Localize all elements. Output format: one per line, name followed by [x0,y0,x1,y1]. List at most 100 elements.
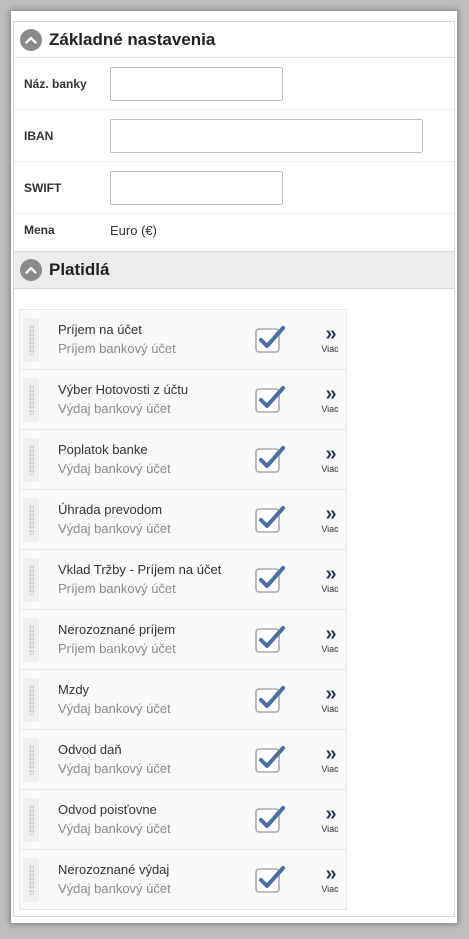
checkbox-checked-icon [255,745,285,773]
checkbox-checked-icon [255,505,285,533]
enabled-checkbox[interactable] [254,864,286,896]
currency-value: Euro (€) [110,222,157,238]
payment-method-title: Príjem na účet [58,321,142,337]
more-label: Viac [321,763,339,774]
enabled-checkbox[interactable] [254,804,286,836]
enabled-checkbox[interactable] [254,564,286,596]
drag-handle-icon[interactable] [23,617,39,662]
drag-handle-icon[interactable] [23,377,39,422]
enabled-checkbox[interactable] [254,444,286,476]
more-button[interactable]: » Viac [316,382,344,414]
basic-settings-title: Základné nastavenia [49,29,216,49]
currency-label: Mena [24,223,55,237]
more-label: Viac [321,403,339,414]
drag-handle-icon[interactable] [23,437,39,482]
payment-method-text: Výber Hotovosti z účtu Výdaj bankový úče… [58,381,248,419]
payment-method-text: Nerozoznané výdaj Výdaj bankový účet [58,861,248,899]
payment-method-text: Vklad Tržby - Príjem na účet Príjem bank… [58,561,248,599]
more-button[interactable]: » Viac [316,322,344,354]
collapse-chevron-up-icon[interactable] [20,259,42,281]
payment-method-item: Mzdy Výdaj bankový účet » Viac [20,669,346,729]
enabled-checkbox[interactable] [254,684,286,716]
double-chevron-right-icon: » [325,442,336,465]
more-button[interactable]: » Viac [316,742,344,774]
checkbox-checked-icon [255,685,285,713]
drag-handle-icon[interactable] [23,497,39,542]
iban-input[interactable] [110,118,423,153]
drag-handle-icon[interactable] [23,557,39,602]
checkbox-checked-icon [255,385,285,413]
more-button[interactable]: » Viac [316,802,344,834]
payment-method-item: Odvod daň Výdaj bankový účet » Viac [20,729,346,789]
enabled-checkbox[interactable] [254,384,286,416]
double-chevron-right-icon: » [325,382,336,405]
enabled-checkbox[interactable] [254,324,286,356]
payment-method-item: Nerozoznané príjem Príjem bankový účet »… [20,609,346,669]
payment-method-item: Výber Hotovosti z účtu Výdaj bankový úče… [20,369,346,429]
drag-handle-icon[interactable] [23,677,39,722]
drag-handle-icon[interactable] [23,857,39,902]
checkbox-checked-icon [255,325,285,353]
swift-input[interactable] [110,170,283,205]
payment-method-title: Odvod daň [58,741,122,757]
double-chevron-right-icon: » [325,562,336,585]
more-button[interactable]: » Viac [316,502,344,534]
payment-method-type: Výdaj bankový účet [58,880,171,896]
payment-methods-title: Platidlá [49,260,110,279]
double-chevron-right-icon: » [325,802,336,825]
payment-method-item: Úhrada prevodom Výdaj bankový účet » Via… [20,489,346,549]
payment-method-title: Poplatok banke [58,441,148,457]
more-label: Viac [321,583,339,594]
double-chevron-right-icon: » [325,682,336,705]
payment-method-text: Príjem na účet Príjem bankový účet [58,321,248,359]
enabled-checkbox[interactable] [254,744,286,776]
more-button[interactable]: » Viac [316,682,344,714]
more-label: Viac [321,643,339,654]
payment-method-text: Poplatok banke Výdaj bankový účet [58,441,248,479]
payment-method-item: Vklad Tržby - Príjem na účet Príjem bank… [20,549,346,609]
collapse-chevron-up-icon[interactable] [20,28,42,51]
payment-method-title: Mzdy [58,681,90,697]
payment-method-title: Odvod poisťovne [58,801,157,817]
drag-handle-icon[interactable] [23,797,39,842]
enabled-checkbox[interactable] [254,624,286,656]
payment-method-text: Nerozoznané príjem Príjem bankový účet [58,621,248,659]
swift-row: SWIFT [14,162,454,214]
payment-method-type: Výdaj bankový účet [58,520,171,536]
payment-method-type: Príjem bankový účet [58,640,176,656]
double-chevron-right-icon: » [325,322,336,345]
iban-row: IBAN [14,110,454,162]
basic-settings-header[interactable]: Základné nastavenia [14,22,454,58]
more-button[interactable]: » Viac [316,862,344,894]
double-chevron-right-icon: » [325,502,336,525]
bank-name-label: Náz. banky [24,76,87,91]
more-button[interactable]: » Viac [316,442,344,474]
payment-method-type: Výdaj bankový účet [58,820,171,836]
more-button[interactable]: » Viac [316,562,344,594]
double-chevron-right-icon: » [325,742,336,765]
payment-method-title: Nerozoznané výdaj [58,861,170,877]
payment-methods-header[interactable]: Platidlá [14,251,454,289]
iban-label: IBAN [24,128,54,143]
payment-method-text: Odvod daň Výdaj bankový účet [58,741,248,779]
more-label: Viac [321,343,339,354]
checkbox-checked-icon [255,565,285,593]
drag-handle-icon[interactable] [23,317,39,362]
more-button[interactable]: » Viac [316,624,344,654]
payment-method-text: Odvod poisťovne Výdaj bankový účet [58,801,248,839]
payment-methods-section: Platidlá Príjem na účet Príjem bankový ú… [13,251,455,917]
drag-handle-icon[interactable] [23,737,39,782]
more-label: Viac [321,703,339,714]
payment-method-type: Príjem bankový účet [58,340,176,356]
payment-method-item: Príjem na účet Príjem bankový účet » Via… [20,309,346,369]
payment-method-title: Úhrada prevodom [58,501,163,517]
payment-method-type: Výdaj bankový účet [58,760,171,776]
enabled-checkbox[interactable] [254,504,286,536]
payment-method-type: Výdaj bankový účet [58,400,171,416]
payment-method-title: Vklad Tržby - Príjem na účet [58,561,222,577]
currency-row: Mena Euro (€) [14,214,454,246]
checkbox-checked-icon [255,805,285,833]
more-label: Viac [321,823,339,834]
bank-name-input[interactable] [110,66,283,101]
double-chevron-right-icon: » [325,862,336,885]
